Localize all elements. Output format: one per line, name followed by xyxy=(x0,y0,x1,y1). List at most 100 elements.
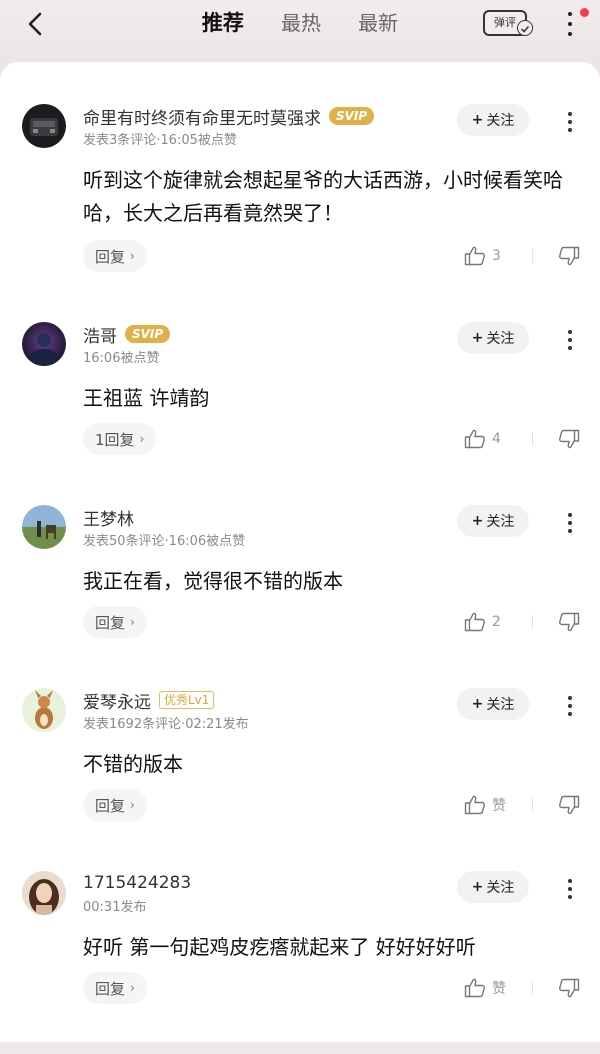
dot-icon xyxy=(568,338,572,342)
follow-button[interactable]: + 关注 xyxy=(457,505,529,537)
reply-label: 1回复 xyxy=(95,430,135,449)
danmu-toggle-button[interactable]: 弹评 xyxy=(483,10,533,36)
thumbs-down-icon xyxy=(559,612,580,632)
like-count: 4 xyxy=(492,431,501,447)
chevron-right-icon: › xyxy=(130,249,135,263)
dislike-button[interactable] xyxy=(558,606,580,638)
dislike-button[interactable] xyxy=(558,972,580,1004)
thumbs-down-icon xyxy=(559,795,580,815)
reply-button[interactable]: 1回复 › xyxy=(83,423,157,455)
username[interactable]: 王梦林 xyxy=(83,505,134,530)
comment-meta: 16:06被点赞 xyxy=(83,351,160,366)
like-count: 3 xyxy=(492,248,501,264)
plus-icon: + xyxy=(471,112,484,128)
dot-icon xyxy=(568,529,572,533)
like-button[interactable]: 3 xyxy=(464,240,501,272)
follow-label: 关注 xyxy=(486,697,515,713)
dot-icon xyxy=(568,330,572,334)
follow-label: 关注 xyxy=(486,880,515,896)
dot-icon xyxy=(568,712,572,716)
comment-meta: 发表3条评论·16:05被点赞 xyxy=(83,133,237,148)
thumbs-up-icon xyxy=(464,612,485,632)
comment-meta: 00:31发布 xyxy=(83,900,147,915)
dot-icon xyxy=(568,879,572,883)
divider xyxy=(532,432,533,446)
follow-label: 关注 xyxy=(486,331,515,347)
tab-newest[interactable]: 最新 xyxy=(358,6,398,40)
like-button[interactable]: 4 xyxy=(464,423,501,455)
avatar[interactable] xyxy=(22,322,66,366)
dot-icon xyxy=(568,120,572,124)
reply-label: 回复 xyxy=(95,613,126,632)
dot-icon xyxy=(568,887,572,891)
reply-button[interactable]: 回复 › xyxy=(83,606,147,638)
dot-icon xyxy=(568,22,572,26)
chevron-right-icon: › xyxy=(130,798,135,812)
dot-icon xyxy=(568,704,572,708)
dislike-button[interactable] xyxy=(558,240,580,272)
tab-recommended[interactable]: 推荐 xyxy=(202,6,244,40)
like-button[interactable]: 2 xyxy=(464,606,501,638)
dot-icon xyxy=(568,895,572,899)
username[interactable]: 爱琴永远 xyxy=(83,688,151,713)
avatar[interactable] xyxy=(22,104,66,148)
divider xyxy=(532,249,533,263)
follow-button[interactable]: + 关注 xyxy=(457,688,529,720)
divider xyxy=(532,798,533,812)
follow-button[interactable]: + 关注 xyxy=(457,871,529,903)
notification-dot xyxy=(580,8,589,17)
username[interactable]: 命里有时终须有命里无时莫强求 xyxy=(83,104,321,129)
like-button[interactable]: 赞 xyxy=(464,972,506,1004)
dot-icon xyxy=(568,513,572,517)
chevron-right-icon: › xyxy=(130,615,135,629)
comment-item: 王梦林 发表50条评论·16:06被点赞 + 关注 我正在看，觉得很不错的版本 回… xyxy=(0,505,600,688)
comment-more-button[interactable] xyxy=(560,511,580,535)
comment-more-button[interactable] xyxy=(560,110,580,134)
check-icon xyxy=(517,20,533,36)
comment-text: 我正在看，觉得很不错的版本 xyxy=(83,569,343,593)
comment-item: 1715424283 00:31发布 + 关注 好听 第一句起鸡皮疙瘩就起来了 好… xyxy=(0,871,600,1054)
comment-more-button[interactable] xyxy=(560,877,580,901)
dot-icon xyxy=(568,32,572,36)
dot-icon xyxy=(568,696,572,700)
dislike-button[interactable] xyxy=(558,789,580,821)
like-count: 赞 xyxy=(492,798,506,814)
comment-text: 好听 第一句起鸡皮疙瘩就起来了 好好好好听 xyxy=(83,935,476,959)
dot-icon xyxy=(568,12,572,16)
comment-meta: 发表50条评论·16:06被点赞 xyxy=(83,534,246,549)
follow-label: 关注 xyxy=(486,514,515,530)
reply-button[interactable]: 回复 › xyxy=(83,789,147,821)
username[interactable]: 浩哥 xyxy=(83,322,117,347)
dislike-button[interactable] xyxy=(558,423,580,455)
reply-label: 回复 xyxy=(95,979,126,998)
comment-sheet: 命里有时终须有命里无时莫强求 SVIP 发表3条评论·16:05被点赞 + 关注 … xyxy=(0,62,600,1042)
thumbs-down-icon xyxy=(559,978,580,998)
divider xyxy=(532,981,533,995)
thumbs-up-icon xyxy=(464,795,485,815)
follow-button[interactable]: + 关注 xyxy=(457,322,529,354)
name-row: 浩哥 SVIP xyxy=(83,322,171,347)
like-count: 赞 xyxy=(492,981,506,997)
comment-text: 不错的版本 xyxy=(83,752,183,776)
reply-label: 回复 xyxy=(95,247,126,266)
reply-button[interactable]: 回复 › xyxy=(83,972,147,1004)
avatar[interactable] xyxy=(22,505,66,549)
more-options-button[interactable] xyxy=(560,10,580,38)
follow-label: 关注 xyxy=(486,113,515,129)
follow-button[interactable]: + 关注 xyxy=(457,104,529,136)
reply-button[interactable]: 回复 › xyxy=(83,240,147,272)
plus-icon: + xyxy=(471,513,484,529)
username[interactable]: 1715424283 xyxy=(83,873,191,893)
avatar[interactable] xyxy=(22,688,66,732)
avatar[interactable] xyxy=(22,871,66,915)
thumbs-up-icon xyxy=(464,246,485,266)
dot-icon xyxy=(568,128,572,132)
tab-hottest[interactable]: 最热 xyxy=(281,6,321,40)
chevron-right-icon: › xyxy=(139,432,145,446)
chevron-right-icon: › xyxy=(130,981,135,995)
comment-more-button[interactable] xyxy=(560,694,580,718)
comment-more-button[interactable] xyxy=(560,328,580,352)
thumbs-down-icon xyxy=(559,429,580,449)
like-button[interactable]: 赞 xyxy=(464,789,506,821)
divider xyxy=(532,615,533,629)
